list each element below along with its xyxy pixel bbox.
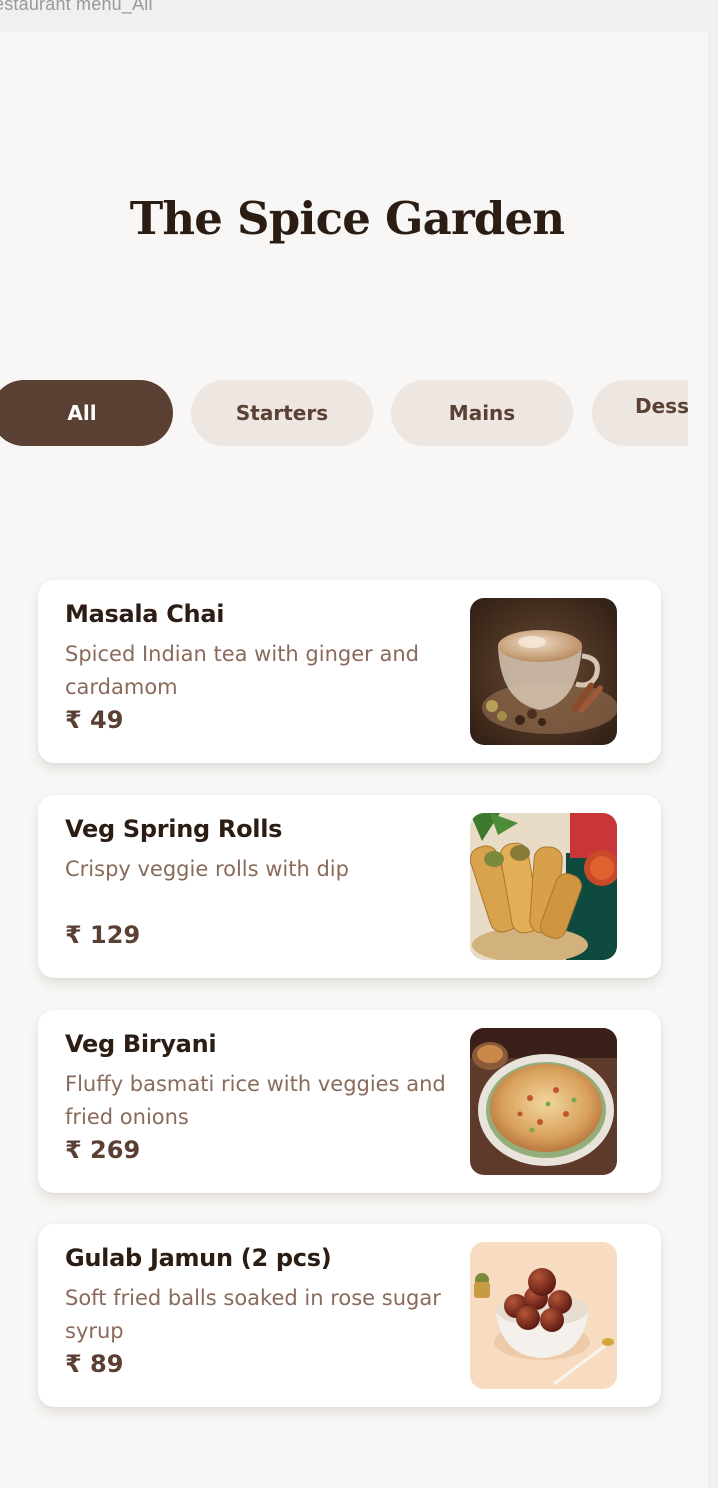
- menu-item-description: Crispy veggie rolls with dip: [65, 857, 349, 881]
- menu-item-description: Spiced Indian tea with ginger and cardam…: [65, 642, 419, 699]
- tab-starters[interactable]: Starters: [191, 380, 373, 446]
- menu-screen: The Spice Garden All Starters Mains Dess…: [0, 32, 708, 1488]
- menu-item-description: Fluffy basmati rice with veggies and fri…: [65, 1072, 446, 1129]
- window-title: estaurant menu_All: [0, 0, 153, 14]
- menu-item-card[interactable]: Masala Chai Spiced Indian tea with ginge…: [38, 580, 661, 763]
- restaurant-title: The Spice Garden: [129, 192, 565, 245]
- masala-chai-image: [470, 598, 617, 745]
- menu-item-price: ₹ 49: [65, 706, 124, 734]
- menu-item-name: Veg Spring Rolls: [65, 815, 283, 843]
- menu-item-description: Soft fried balls soaked in rose sugar sy…: [65, 1286, 441, 1343]
- tab-all[interactable]: All: [0, 380, 173, 446]
- menu-item-price: ₹ 129: [65, 921, 141, 949]
- menu-item-card[interactable]: Veg Spring Rolls Crispy veggie rolls wit…: [38, 795, 661, 978]
- menu-item-name: Veg Biryani: [65, 1030, 217, 1058]
- menu-item-price: ₹ 89: [65, 1350, 124, 1378]
- tab-mains[interactable]: Mains: [391, 380, 573, 446]
- gulab-jamun-image: [470, 1242, 617, 1389]
- tab-desserts[interactable]: Dess: [592, 380, 688, 446]
- menu-item-card[interactable]: Gulab Jamun (2 pcs) Soft fried balls soa…: [38, 1224, 661, 1407]
- category-tabs: All Starters Mains Dess: [0, 380, 688, 446]
- menu-item-price: ₹ 269: [65, 1136, 141, 1164]
- biryani-image: [470, 1028, 617, 1175]
- menu-item-name: Masala Chai: [65, 600, 225, 628]
- menu-item-card[interactable]: Veg Biryani Fluffy basmati rice with veg…: [38, 1010, 661, 1193]
- spring-rolls-image: [470, 813, 617, 960]
- menu-item-name: Gulab Jamun (2 pcs): [65, 1244, 332, 1272]
